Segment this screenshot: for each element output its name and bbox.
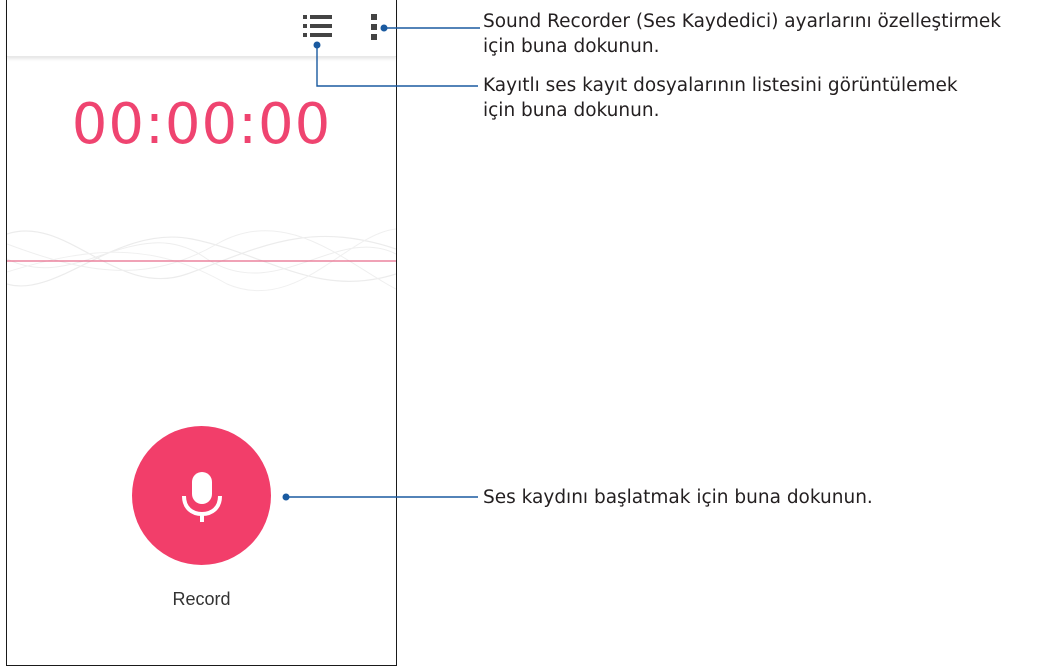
settings-callout-line1: Sound Recorder (Ses Kaydedici) ayarların…: [483, 11, 1001, 32]
record-callout-line: Ses kaydını başlatmak için buna dokunun.: [483, 487, 873, 508]
more-vertical-icon: [371, 14, 377, 40]
list-callout-line1: Kayıtlı ses kayıt dosyalarının listesini…: [483, 75, 958, 96]
overflow-menu-button[interactable]: [367, 13, 381, 41]
record-label: Record: [172, 589, 231, 609]
list-icon: [303, 15, 332, 37]
record-button[interactable]: [132, 426, 271, 565]
list-callout: Kayıtlı ses kayıt dosyalarının listesini…: [483, 73, 958, 123]
waveform-visualizer: [7, 228, 396, 292]
recordings-list-button[interactable]: [303, 14, 333, 38]
record-callout: Ses kaydını başlatmak için buna dokunun.: [483, 485, 873, 510]
list-callout-line2: için buna dokunun.: [483, 100, 660, 121]
settings-callout: Sound Recorder (Ses Kaydedici) ayarların…: [483, 9, 1001, 59]
phone-screen: 00:00:00 Record: [6, 0, 397, 666]
app-toolbar: [7, 0, 396, 57]
recording-timer: 00:00:00: [71, 92, 332, 157]
microphone-icon: [182, 472, 222, 522]
settings-callout-line2: için buna dokunun.: [483, 36, 660, 57]
